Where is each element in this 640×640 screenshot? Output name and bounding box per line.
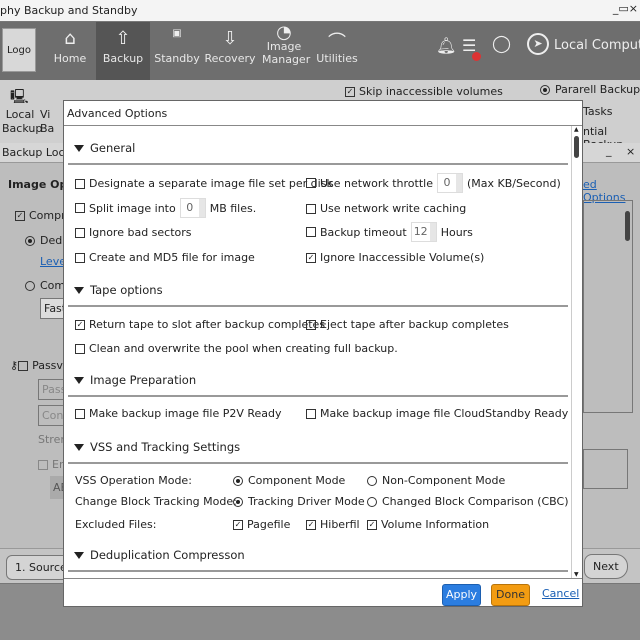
scrollbar-thumb[interactable] — [625, 211, 630, 241]
encrypt-checkbox[interactable]: En — [38, 458, 66, 471]
window-controls[interactable]: _▭× — [613, 2, 638, 15]
tasks-label: Tasks — [583, 105, 613, 118]
nav-recovery[interactable]: ⇩ Recovery — [204, 22, 256, 80]
collapse-triangle-icon — [74, 145, 84, 152]
download-icon: ⇩ — [222, 28, 238, 49]
password-checkbox[interactable]: ⚷ Passv — [10, 359, 63, 372]
split-checkbox[interactable]: Split image into 0 MB files. — [75, 198, 256, 218]
apply-button[interactable]: Apply — [442, 584, 481, 606]
local-backup-button[interactable]: Local Backup — [2, 108, 42, 136]
dialog-body: General Designate a separate image file … — [64, 126, 572, 578]
skip-inaccessible-checkbox[interactable]: ✓ Skip inaccessible volumes — [345, 85, 503, 98]
non-component-mode-radio[interactable]: Non-Component Mode — [367, 474, 505, 487]
cbc-mode-radio[interactable]: Changed Block Comparison (CBC) Mode — [367, 495, 572, 508]
tracking-driver-radio[interactable]: Tracking Driver Mode — [233, 495, 365, 508]
cloudstandby-checkbox[interactable]: Make backup image file CloudStandby Read… — [306, 407, 568, 420]
nav-utilities[interactable]: ⌒ Utilities — [314, 22, 360, 80]
scroll-down-icon[interactable]: ▼ — [574, 571, 579, 578]
clean-overwrite-checkbox[interactable]: Clean and overwrite the pool when creati… — [75, 342, 398, 355]
divider — [68, 462, 568, 464]
nav-home[interactable]: ⌂ Home — [48, 22, 92, 80]
section-vss[interactable]: VSS and Tracking Settings — [74, 440, 240, 454]
parallel-backup-radio[interactable]: Pararell Backup — [540, 83, 640, 96]
divider — [68, 305, 568, 307]
top-nav: Logo ⌂ Home ⇧ Backup ▣ Standby ⇩ Recovery ◔ I… — [0, 22, 640, 80]
notification-badge — [472, 52, 481, 61]
bell-icon[interactable]: 🔔︎ — [436, 36, 456, 55]
scrollbar-thumb[interactable] — [574, 136, 579, 158]
divider — [68, 570, 568, 572]
done-button[interactable]: Done — [491, 584, 530, 606]
local-computer-label[interactable]: Local Computer — [554, 38, 640, 53]
minimize-button[interactable]: _ — [606, 144, 612, 157]
chat-icon[interactable]: ◯ — [492, 34, 511, 54]
home-icon: ⌂ — [64, 28, 76, 49]
nav-backup[interactable]: ⇧ Backup — [96, 22, 150, 80]
nav-image-manager[interactable]: ◔ Image Manager — [258, 22, 310, 80]
designate-checkbox[interactable]: Designate a separate image file set per … — [75, 177, 333, 190]
utilities-icon: ⌒ — [328, 32, 346, 53]
divider — [68, 395, 568, 397]
vss-mode-label: VSS Operation Mode: — [75, 474, 192, 487]
split-size-input[interactable]: 0 — [179, 198, 206, 218]
section-deduplication[interactable]: Deduplication Compresson — [74, 548, 245, 562]
section-image-preparation[interactable]: Image Preparation — [74, 373, 196, 387]
ignore-bad-sectors-checkbox[interactable]: Ignore bad sectors — [75, 226, 192, 239]
section-general[interactable]: General — [74, 141, 135, 155]
advanced-options-dialog: Advanced Options General Designate a sep… — [63, 100, 583, 607]
section-tape[interactable]: Tape options — [74, 283, 163, 297]
local-backup-icon: 🖳︎ — [10, 89, 29, 105]
title-bar: phy Backup and Standby _▭× — [0, 0, 640, 22]
collapse-triangle-icon — [74, 287, 84, 294]
location-icon[interactable]: ➤ — [527, 33, 549, 55]
sd-icon: ▣ — [172, 28, 182, 39]
virtual-backup-button[interactable]: Vi Ba — [40, 108, 62, 136]
write-caching-checkbox[interactable]: Use network write caching — [306, 202, 466, 215]
collapse-triangle-icon — [74, 377, 84, 384]
list-box — [583, 200, 633, 413]
hiberfil-checkbox[interactable]: ✓ Hiberfil — [306, 518, 360, 531]
key-icon: ⚷ — [10, 359, 19, 372]
return-tape-checkbox[interactable]: ✓ Return tape to slot after backup comple… — [75, 318, 325, 331]
dialog-scrollbar[interactable]: ▲ ▼ — [571, 126, 582, 578]
upload-icon: ⇧ — [115, 28, 131, 49]
cbt-mode-label: Change Block Tracking Mode: — [75, 495, 237, 508]
text-box[interactable] — [583, 449, 628, 489]
dialog-title: Advanced Options — [64, 101, 582, 126]
close-button[interactable]: × — [626, 145, 635, 158]
md5-checkbox[interactable]: Create and MD5 file for image — [75, 251, 255, 264]
pagefile-checkbox[interactable]: ✓ Pagefile — [233, 518, 290, 531]
dialog-footer: Apply Done Cancel — [64, 578, 582, 608]
p2v-checkbox[interactable]: Make backup image file P2V Ready — [75, 407, 282, 420]
component-mode-radio[interactable]: Component Mode — [233, 474, 345, 487]
volume-information-checkbox[interactable]: ✓ Volume Information — [367, 518, 489, 531]
logo: Logo — [2, 28, 36, 72]
image-manager-icon: ◔ — [276, 22, 292, 43]
divider — [68, 163, 568, 165]
scroll-up-icon[interactable]: ▲ — [574, 126, 579, 133]
collapse-triangle-icon — [74, 552, 84, 559]
next-button[interactable]: Next — [584, 554, 628, 579]
throttle-input[interactable]: 0 — [436, 173, 463, 193]
network-throttle-checkbox[interactable]: Use network throttle 0 (Max KB/Second) — [306, 173, 561, 193]
nav-standby[interactable]: ▣ Standby — [154, 22, 200, 80]
eject-tape-checkbox[interactable]: Eject tape after backup completes — [306, 318, 509, 331]
app-title: phy Backup and Standby — [0, 4, 138, 17]
backup-timeout-checkbox[interactable]: Backup timeout 12 Hours — [306, 222, 473, 242]
ignore-inaccessible-checkbox[interactable]: ✓ Ignore Inaccessible Volume(s) — [306, 251, 484, 264]
excluded-files-label: Excluded Files: — [75, 518, 157, 531]
timeout-input[interactable]: 12 — [410, 222, 437, 242]
cancel-link[interactable]: Cancel — [542, 584, 579, 606]
collapse-triangle-icon — [74, 444, 84, 451]
